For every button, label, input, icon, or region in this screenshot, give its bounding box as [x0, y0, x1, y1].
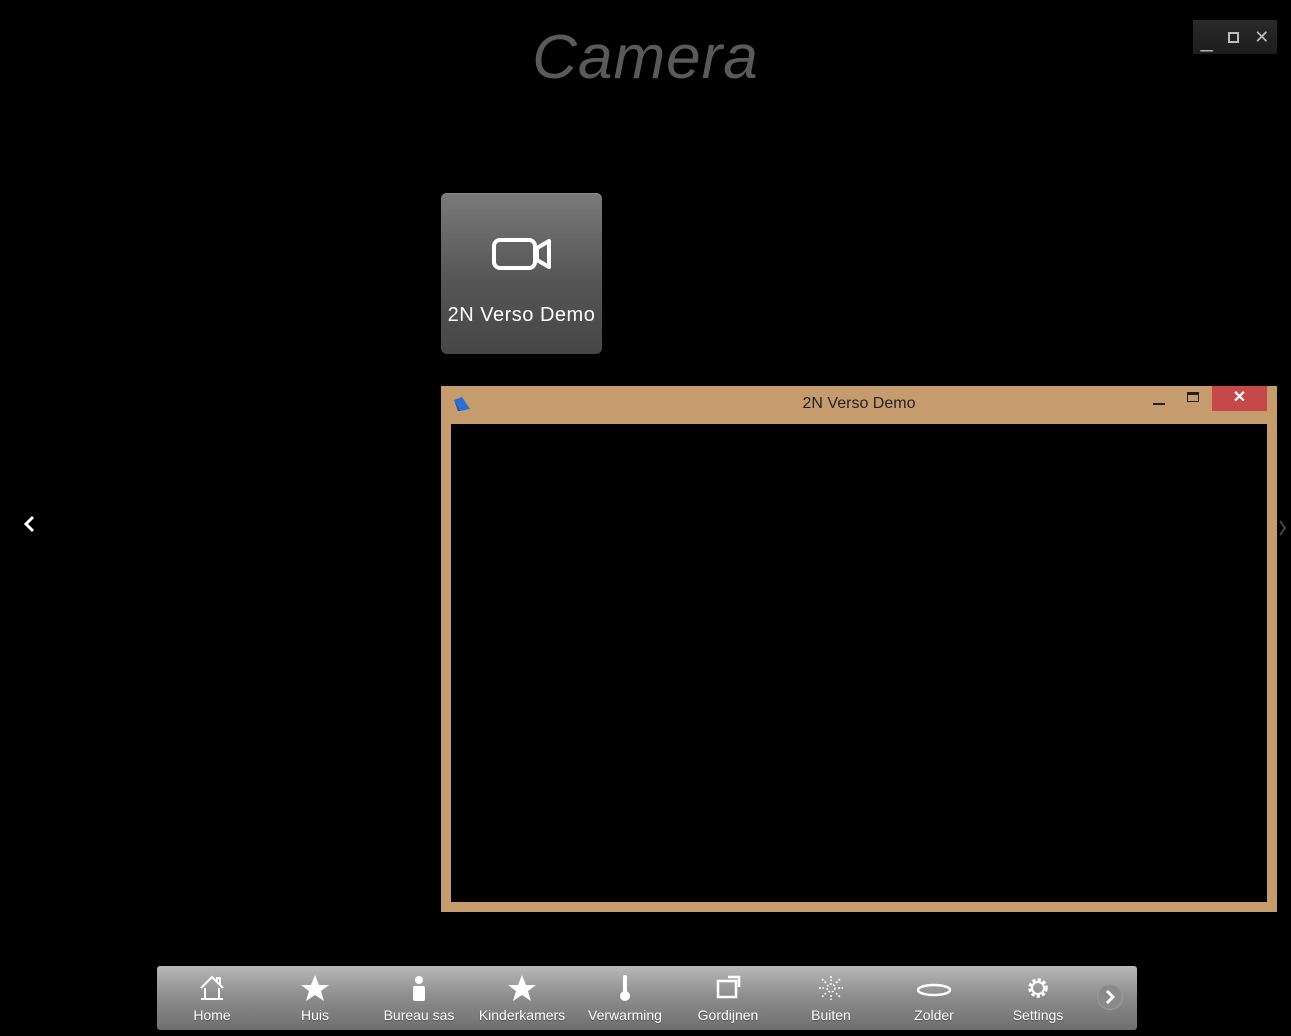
- bottom-taskbar: Home Huis Bureau sas Kinderkamers Verwar…: [157, 966, 1137, 1030]
- taskbar-item-zolder[interactable]: Zolder: [909, 966, 959, 1030]
- chevron-left-icon[interactable]: [20, 514, 40, 534]
- taskbar-label: Kinderkamers: [478, 1007, 566, 1023]
- chevron-right-icon[interactable]: [1275, 518, 1291, 538]
- video-camera-icon: [492, 238, 551, 270]
- popup-close-button[interactable]: ✕: [1212, 386, 1267, 411]
- taskbar-label: Gordijnen: [697, 1007, 759, 1023]
- taskbar-label: Bureau sas: [383, 1007, 455, 1023]
- star-icon: [301, 975, 329, 1001]
- popup-maximize-button[interactable]: [1187, 392, 1199, 402]
- app-root: Camera _ ✕ 2N Verso Demo 2N Verso Demo ✕: [8, 8, 1287, 1036]
- taskbar-label: Settings: [1012, 1007, 1064, 1023]
- taskbar-item-kinderkamers[interactable]: Kinderkamers: [479, 966, 565, 1030]
- taskbar-item-verwarming[interactable]: Verwarming: [588, 966, 662, 1030]
- sun-icon: [819, 976, 843, 1000]
- taskbar-item-huis[interactable]: Huis: [290, 966, 340, 1030]
- star-icon: [508, 975, 536, 1001]
- window-icon: [716, 975, 741, 999]
- taskbar-label: Verwarming: [588, 1007, 662, 1023]
- popup-title: 2N Verso Demo: [802, 395, 916, 412]
- taskbar-label: Huis: [300, 1007, 329, 1023]
- taskbar-label: Zolder: [914, 1007, 954, 1023]
- chevron-right-icon: [1105, 989, 1116, 1005]
- popup-minimize-button[interactable]: [1153, 403, 1165, 405]
- taskbar-next-button[interactable]: [1097, 984, 1123, 1010]
- person-icon: [413, 976, 425, 1001]
- taskbar-item-home[interactable]: Home: [187, 966, 237, 1030]
- camera-tile[interactable]: 2N Verso Demo: [441, 193, 602, 354]
- close-button[interactable]: ✕: [1254, 27, 1269, 48]
- taskbar-item-gordijnen[interactable]: Gordijnen: [698, 966, 758, 1030]
- thermometer-icon: [620, 975, 630, 1001]
- page-title: Camera: [532, 23, 759, 92]
- taskbar-item-buiten[interactable]: Buiten: [806, 966, 856, 1030]
- taskbar-label: Buiten: [811, 1007, 851, 1023]
- maximize-button[interactable]: [1228, 31, 1240, 43]
- taskbar-item-bureau-sas[interactable]: Bureau sas: [384, 966, 454, 1030]
- tile-label: 2N Verso Demo: [447, 304, 596, 326]
- taskbar-item-settings[interactable]: Settings: [1013, 966, 1063, 1030]
- window-controls: _ ✕: [1193, 20, 1277, 54]
- gear-icon: [1028, 978, 1048, 998]
- home-icon: [200, 975, 224, 1000]
- taskbar-label: Home: [193, 1007, 231, 1023]
- minimize-button[interactable]: _: [1201, 27, 1213, 51]
- ellipse-icon: [916, 983, 952, 997]
- camera-video-area: [451, 424, 1267, 902]
- camera-popup-window: 2N Verso Demo ✕: [441, 386, 1277, 912]
